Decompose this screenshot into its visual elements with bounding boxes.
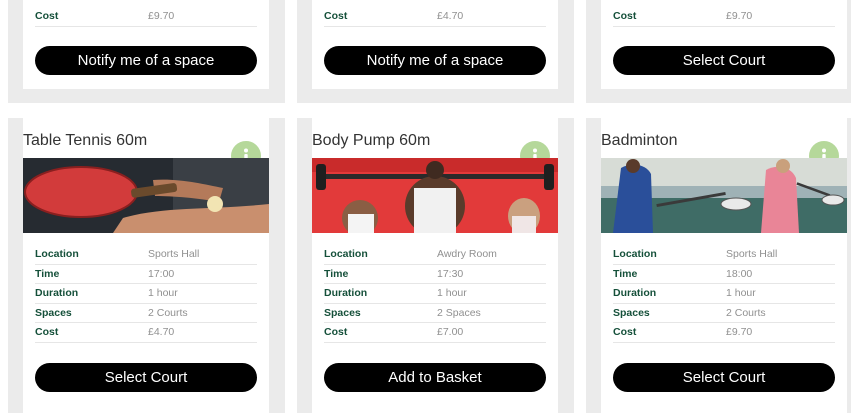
table-tennis-image <box>23 158 269 233</box>
duration-value: 1 hour <box>726 287 756 300</box>
duration-label: Duration <box>35 287 79 300</box>
activity-card: Cost £4.70 Notify me of a space <box>312 0 558 89</box>
cost-value: £9.70 <box>726 10 753 22</box>
time-value: 18:00 <box>726 267 753 280</box>
spaces-value: 2 Courts <box>148 306 188 319</box>
activity-panel-table-tennis: Table Tennis 60m Location Sports Hall Ti… <box>8 118 285 413</box>
activity-card: Cost £9.70 Select Court <box>601 0 847 89</box>
spaces-value: 2 Courts <box>726 306 766 319</box>
cost-value: £7.00 <box>437 326 464 339</box>
activity-card: Badminton Location Sports Hall Time 18:0… <box>601 118 847 413</box>
time-value: 17:00 <box>148 267 175 280</box>
time-row: Time 18:00 <box>613 265 835 285</box>
spaces-label: Spaces <box>613 306 650 319</box>
duration-value: 1 hour <box>437 287 467 300</box>
time-value: 17:30 <box>437 267 464 280</box>
location-row: Location Sports Hall <box>613 245 835 265</box>
top-panel-3: Cost £9.70 Select Court <box>586 0 851 103</box>
select-court-button[interactable]: Select Court <box>35 363 257 392</box>
spaces-row: Spaces 2 Courts <box>35 304 257 324</box>
activity-card: Body Pump 60m Location Awdry Room Time 1… <box>312 118 558 413</box>
time-row: Time 17:00 <box>35 265 257 285</box>
cost-label: Cost <box>324 10 348 22</box>
select-court-button[interactable]: Select Court <box>613 363 835 392</box>
cost-row: Cost £9.70 <box>613 323 835 343</box>
activity-title: Body Pump 60m <box>312 132 431 149</box>
badminton-image <box>601 158 847 233</box>
cost-row: Cost £7.00 <box>324 323 546 343</box>
cost-value: £9.70 <box>148 10 175 22</box>
cost-value: £9.70 <box>726 326 753 339</box>
activity-title: Table Tennis 60m <box>23 132 148 149</box>
duration-value: 1 hour <box>148 287 178 300</box>
cost-value: £4.70 <box>437 10 464 22</box>
cost-row: Cost £9.70 <box>35 7 257 27</box>
cost-label: Cost <box>613 10 637 22</box>
top-panel-1: Cost £9.70 Notify me of a space <box>8 0 285 103</box>
cost-value: £4.70 <box>148 326 175 339</box>
activity-panel-body-pump: Body Pump 60m Location Awdry Room Time 1… <box>297 118 574 413</box>
time-label: Time <box>613 267 638 280</box>
activity-card: Cost £9.70 Notify me of a space <box>23 0 269 89</box>
notify-me-button[interactable]: Notify me of a space <box>35 46 257 75</box>
body-pump-image <box>312 158 558 233</box>
duration-label: Duration <box>613 287 657 300</box>
duration-label: Duration <box>324 287 368 300</box>
activity-card: Table Tennis 60m Location Sports Hall Ti… <box>23 118 269 413</box>
cost-row: Cost £9.70 <box>613 7 835 27</box>
location-value: Awdry Room <box>437 248 497 260</box>
cost-label: Cost <box>35 10 59 22</box>
location-label: Location <box>35 248 79 260</box>
cost-row: Cost £4.70 <box>324 7 546 27</box>
cost-label: Cost <box>324 326 348 339</box>
cost-label: Cost <box>35 326 59 339</box>
location-value: Sports Hall <box>726 248 778 260</box>
cost-row: Cost £4.70 <box>35 323 257 343</box>
activity-panel-badminton: Badminton Location Sports Hall Time 18:0… <box>586 118 851 413</box>
location-label: Location <box>613 248 657 260</box>
activity-title: Badminton <box>601 132 678 149</box>
time-label: Time <box>35 267 60 280</box>
spaces-row: Spaces 2 Courts <box>613 304 835 324</box>
time-label: Time <box>324 267 349 280</box>
location-value: Sports Hall <box>148 248 200 260</box>
location-label: Location <box>324 248 368 260</box>
notify-me-button[interactable]: Notify me of a space <box>324 46 546 75</box>
duration-row: Duration 1 hour <box>35 284 257 304</box>
spaces-label: Spaces <box>35 306 72 319</box>
cost-label: Cost <box>613 326 637 339</box>
add-to-basket-button[interactable]: Add to Basket <box>324 363 546 392</box>
select-court-button[interactable]: Select Court <box>613 46 835 75</box>
top-panel-2: Cost £4.70 Notify me of a space <box>297 0 574 103</box>
spaces-value: 2 Spaces <box>437 306 481 319</box>
location-row: Location Awdry Room <box>324 245 546 265</box>
time-row: Time 17:30 <box>324 265 546 285</box>
spaces-row: Spaces 2 Spaces <box>324 304 546 324</box>
duration-row: Duration 1 hour <box>613 284 835 304</box>
duration-row: Duration 1 hour <box>324 284 546 304</box>
spaces-label: Spaces <box>324 306 361 319</box>
location-row: Location Sports Hall <box>35 245 257 265</box>
